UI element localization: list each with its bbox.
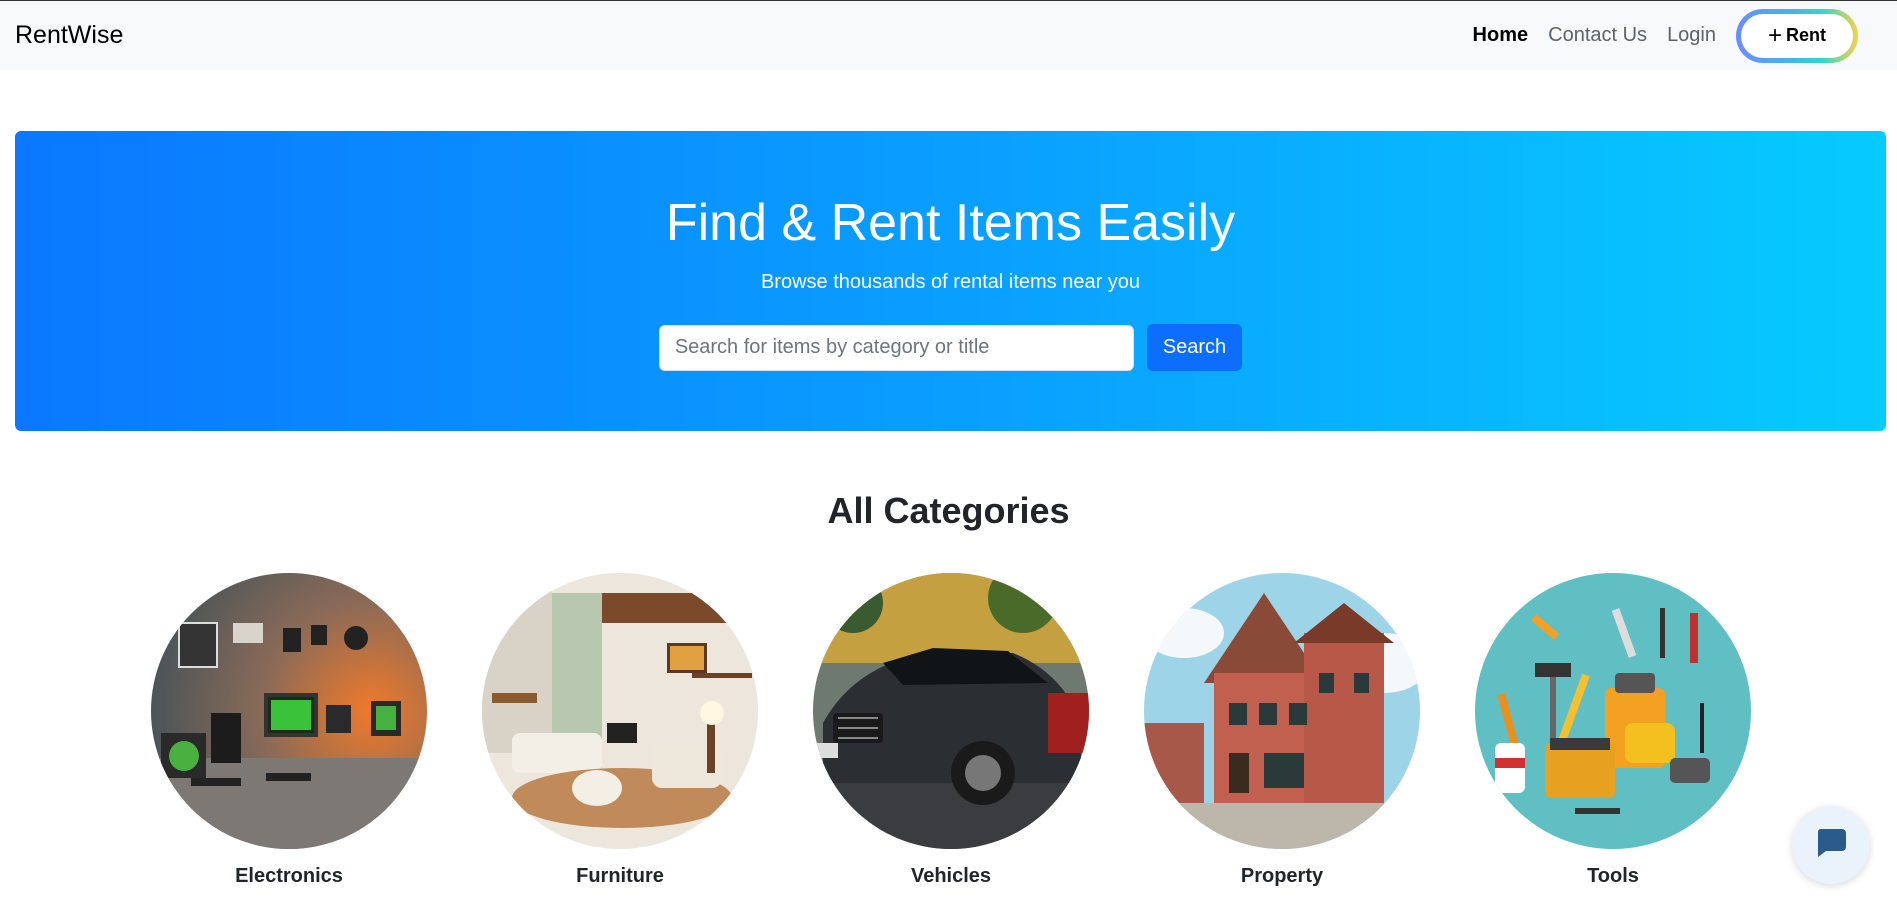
navbar: RentWise Home Contact Us Login + Rent	[0, 0, 1897, 70]
category-furniture[interactable]: Furniture	[482, 573, 758, 888]
search-input[interactable]	[658, 324, 1134, 371]
plus-icon: +	[1767, 21, 1782, 49]
categories-title: All Categories	[827, 490, 1070, 531]
category-label: Property	[1240, 865, 1324, 887]
rent-button-label: Rent	[1786, 25, 1826, 45]
category-electronics[interactable]: Electronics	[151, 573, 427, 888]
brand-logo[interactable]: RentWise	[15, 21, 123, 50]
vehicles-image	[813, 573, 1089, 849]
category-label: Vehicles	[910, 865, 992, 887]
search-bar: Search	[15, 324, 1886, 371]
hero-banner: Find & Rent Items Easily Browse thousand…	[15, 131, 1886, 431]
chat-bubble-icon	[1814, 827, 1848, 864]
nav-link-home[interactable]: Home	[1473, 24, 1529, 47]
chat-button[interactable]	[1792, 806, 1870, 884]
tools-image	[1475, 573, 1751, 849]
hero-subtitle: Browse thousands of rental items near yo…	[760, 271, 1141, 293]
category-list: Electronics Furniture Vehicles Property …	[0, 573, 1897, 912]
furniture-image	[482, 573, 758, 849]
property-image	[1144, 573, 1420, 849]
category-label: Furniture	[576, 865, 664, 887]
category-tools[interactable]: Tools	[1475, 573, 1751, 888]
electronics-image	[151, 573, 427, 849]
category-vehicles[interactable]: Vehicles	[813, 573, 1089, 888]
nav-link-contact-us[interactable]: Contact Us	[1548, 24, 1647, 47]
hero-title: Find & Rent Items Easily	[665, 194, 1236, 252]
category-property[interactable]: Property	[1144, 573, 1420, 888]
rent-button[interactable]: + Rent	[1736, 8, 1858, 63]
nav-links: Home Contact Us Login + Rent	[1453, 8, 1882, 63]
category-label: Electronics	[235, 865, 343, 887]
search-button[interactable]: Search	[1146, 324, 1243, 371]
nav-link-login[interactable]: Login	[1667, 24, 1716, 47]
category-label: Tools	[1587, 865, 1639, 887]
